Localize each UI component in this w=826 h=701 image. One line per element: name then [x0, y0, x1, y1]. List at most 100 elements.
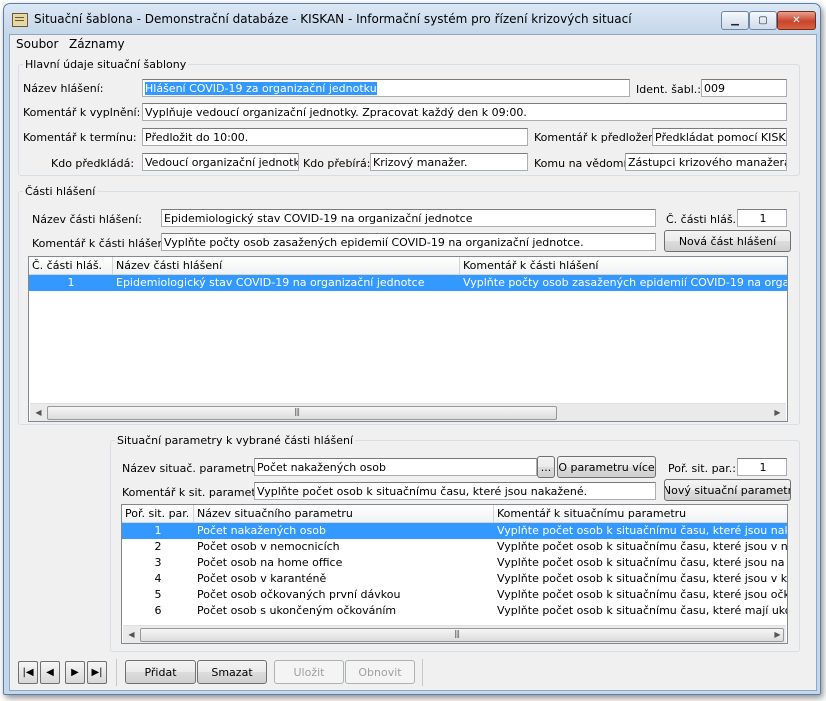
- params-table[interactable]: Poř. sit. par. Název situačního parametr…: [121, 504, 788, 644]
- toolbar-separator: [422, 659, 423, 686]
- scroll-right-arrow[interactable]: ▶: [769, 626, 786, 643]
- next-record-button[interactable]: ▶: [65, 661, 85, 684]
- window-title: Situační šablona - Demonstrační databáze…: [34, 12, 632, 26]
- cell-param-comment: Vyplňte počet osob k situačnímu času, kt…: [497, 604, 788, 617]
- part-name-input[interactable]: Epidemiologický stav COVID-19 na organiz…: [161, 209, 656, 227]
- column-header-param-name[interactable]: Název situačního parametru: [194, 505, 494, 522]
- fill-comment-label: Komentář k vyplnění:: [23, 106, 141, 119]
- column-header-part-name[interactable]: Název části hlášení: [113, 257, 460, 274]
- param-order-input[interactable]: 1: [737, 458, 787, 476]
- cell-param-name: Počet osob na home office: [197, 556, 343, 569]
- client-area: Soubor Záznamy Hlavní údaje situační šab…: [9, 34, 817, 691]
- menu-bar: Soubor Záznamy: [10, 35, 816, 53]
- more-about-param-button[interactable]: O parametru více: [557, 456, 656, 478]
- cell-param-comment: Vyplňte počet osob k situačnímu času, kt…: [497, 540, 788, 553]
- table-row[interactable]: 3 Počet osob na home office Vyplňte poče…: [122, 555, 788, 571]
- parts-horizontal-scrollbar[interactable]: ◀ ||| ▶: [30, 403, 786, 421]
- scroll-right-arrow[interactable]: ▶: [769, 404, 786, 421]
- cc-input[interactable]: Zástupci krizového manažera.: [625, 153, 787, 171]
- first-record-button[interactable]: |◀: [18, 661, 38, 684]
- table-row[interactable]: 1 Epidemiologický stav COVID-19 na organ…: [29, 275, 787, 291]
- save-button[interactable]: Uložit: [274, 660, 344, 684]
- parts-table-header: Č. části hláš. Název části hlášení Komen…: [29, 257, 787, 275]
- new-param-button[interactable]: Nový situační parametr: [664, 479, 791, 501]
- cell-param-name: Počet osob v karanténě: [197, 572, 327, 585]
- part-name-label: Název části hlášení:: [32, 213, 142, 226]
- header-group-legend: Hlavní údaje situační šablony: [25, 58, 187, 71]
- cell-param-order: 4: [154, 572, 162, 585]
- new-part-button[interactable]: Nová část hlášení: [664, 230, 791, 252]
- add-button[interactable]: Přidat: [125, 660, 196, 684]
- menu-soubor[interactable]: Soubor: [16, 37, 58, 51]
- deadline-comment-label: Komentář k termínu:: [23, 131, 137, 144]
- cell-param-comment: Vyplňte počet osob k situačnímu času, kt…: [497, 524, 787, 537]
- parts-group-legend: Části hlášení: [25, 185, 96, 198]
- main-window: Situační šablona - Demonstrační databáze…: [3, 3, 821, 695]
- cell-param-order: 3: [154, 556, 162, 569]
- param-name-input[interactable]: Počet nakažených osob: [254, 458, 537, 476]
- table-row[interactable]: 5 Počet osob očkovaných první dávkou Vyp…: [122, 587, 788, 603]
- param-comment-label: Komentář k sit. parametru:: [122, 486, 271, 499]
- deadline-comment-input[interactable]: Předložit do 10:00.: [142, 128, 528, 146]
- table-row[interactable]: 6 Počet osob s ukončeným očkováním Vyplň…: [122, 603, 788, 619]
- scroll-left-arrow[interactable]: ◀: [30, 404, 47, 421]
- cell-part-number: 1: [67, 276, 75, 289]
- params-horizontal-scrollbar[interactable]: ◀ ||| ▶: [123, 625, 786, 643]
- scroll-thumb[interactable]: [47, 406, 557, 420]
- cell-param-order: 2: [154, 540, 162, 553]
- report-name-input[interactable]: Hlášení COVID-19 za organizační jednotku: [142, 79, 630, 97]
- ident-label: Ident. šabl.:: [636, 83, 701, 96]
- part-comment-input[interactable]: Vyplňte počty osob zasažených epidemií C…: [161, 233, 656, 251]
- menu-zaznamy[interactable]: Záznamy: [69, 37, 125, 51]
- submit-comment-input[interactable]: Předkládat pomocí KISKAN: [652, 128, 787, 146]
- cell-param-order: 5: [154, 588, 162, 601]
- column-header-param-comment[interactable]: Komentář k situačnímu parametru: [494, 505, 787, 522]
- cell-param-name: Počet osob s ukončeným očkováním: [197, 604, 397, 617]
- browse-button[interactable]: ...: [537, 456, 555, 478]
- previous-record-button[interactable]: ◀: [40, 661, 60, 684]
- delete-button[interactable]: Smazat: [197, 660, 267, 684]
- cell-param-order: 1: [154, 524, 162, 537]
- submit-comment-label: Komentář k předložení:: [534, 131, 662, 144]
- cc-label: Komu na vědomí:: [534, 157, 631, 170]
- title-bar[interactable]: Situační šablona - Demonstrační databáze…: [4, 4, 820, 34]
- param-comment-input[interactable]: Vyplňte počet osob k situačnímu času, kt…: [254, 482, 656, 500]
- name-label: Název hlášení:: [23, 82, 104, 95]
- params-table-header: Poř. sit. par. Název situačního parametr…: [122, 505, 787, 523]
- minimize-button[interactable]: ▁: [721, 11, 749, 30]
- scroll-left-arrow[interactable]: ◀: [123, 626, 140, 643]
- table-row[interactable]: 1 Počet nakažených osob Vyplňte počet os…: [122, 523, 787, 539]
- cell-part-comment: Vyplňte počty osob zasažených epidemií C…: [463, 276, 787, 289]
- cell-param-comment: Vyplňte počet osob k situačnímu času, kt…: [497, 556, 788, 569]
- receiver-label: Kdo přebírá:: [303, 157, 371, 170]
- app-icon: [12, 13, 28, 27]
- ident-input[interactable]: 009: [701, 79, 787, 97]
- submitter-input[interactable]: Vedoucí organizační jednotky.: [142, 153, 299, 171]
- column-header-part-number[interactable]: Č. části hláš.: [29, 257, 113, 274]
- receiver-input[interactable]: Krizový manažer.: [370, 153, 528, 171]
- cell-param-name: Počet osob v nemocnicích: [197, 540, 340, 553]
- maximize-button[interactable]: ▢: [749, 11, 777, 30]
- column-header-part-comment[interactable]: Komentář k části hlášení: [460, 257, 787, 274]
- cell-part-name: Epidemiologický stav COVID-19 na organiz…: [116, 276, 425, 289]
- params-group-legend: Situační parametry k vybrané části hláše…: [117, 434, 353, 447]
- column-header-param-order[interactable]: Poř. sit. par.: [122, 505, 194, 522]
- submitter-label: Kdo předkládá:: [51, 157, 135, 170]
- cell-param-order: 6: [154, 604, 162, 617]
- cell-param-comment: Vyplňte počet osob k situačnímu času, kt…: [497, 572, 788, 585]
- cell-param-name: Počet nakažených osob: [197, 524, 326, 537]
- last-record-button[interactable]: ▶|: [87, 661, 107, 684]
- refresh-button[interactable]: Obnovit: [345, 660, 415, 684]
- table-row[interactable]: 4 Počet osob v karanténě Vyplňte počet o…: [122, 571, 788, 587]
- close-button[interactable]: ✕: [777, 11, 816, 30]
- fill-comment-input[interactable]: Vyplňuje vedoucí organizační jednotky. Z…: [142, 103, 787, 121]
- part-number-label: Č. části hláš.:: [666, 213, 740, 226]
- part-comment-label: Komentář k části hlášení:: [32, 237, 172, 250]
- scroll-thumb[interactable]: [140, 628, 784, 642]
- param-name-label: Název situač. parametru:: [122, 462, 262, 475]
- part-number-input[interactable]: 1: [737, 209, 787, 227]
- parts-table[interactable]: Č. části hláš. Název části hlášení Komen…: [28, 256, 788, 422]
- table-row[interactable]: 2 Počet osob v nemocnicích Vyplňte počet…: [122, 539, 788, 555]
- scroll-grip-icon: |||: [294, 407, 300, 416]
- scroll-grip-icon: |||: [454, 629, 460, 638]
